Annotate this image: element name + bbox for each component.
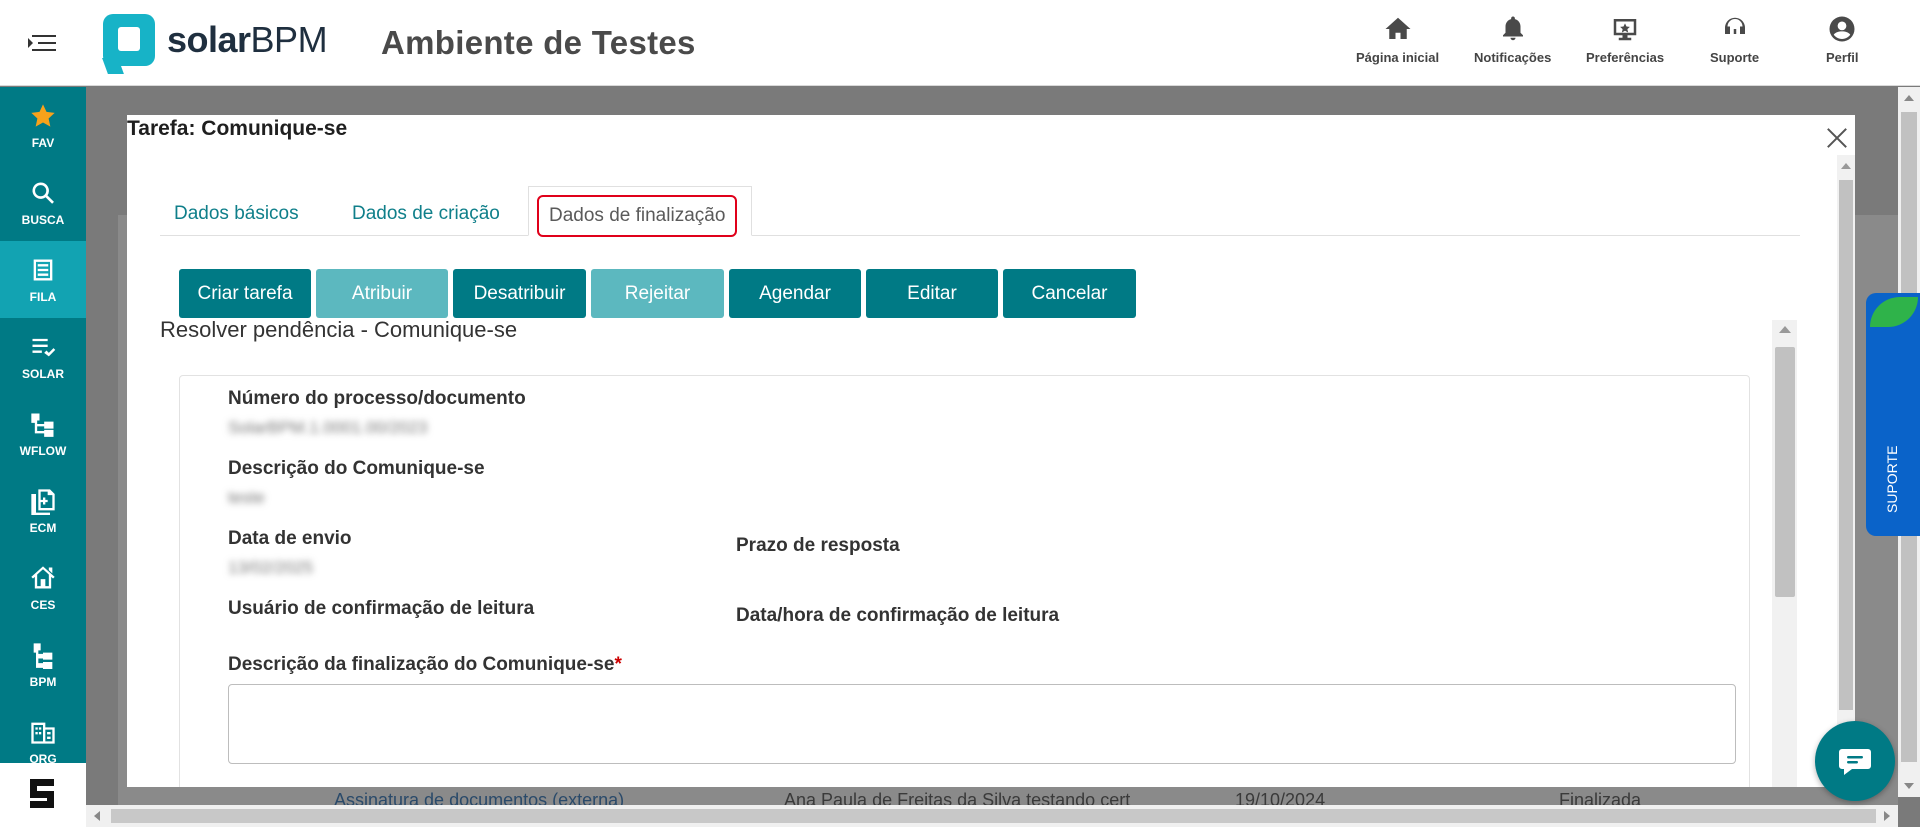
menu-toggle-icon[interactable] — [28, 32, 56, 54]
nav-profile-label: Perfil — [1826, 50, 1859, 65]
edit-button[interactable]: Editar — [866, 269, 998, 318]
solar-brand-logo[interactable] — [0, 763, 86, 827]
reject-button[interactable]: Rejeitar — [591, 269, 724, 318]
tab-dados-criacao[interactable]: Dados de criação — [352, 186, 500, 236]
sidebar-item-label: ORG — [29, 751, 57, 764]
checklist-icon — [32, 338, 56, 356]
scroll-down-icon[interactable] — [1904, 783, 1914, 789]
create-task-button[interactable]: Criar tarefa — [179, 269, 311, 318]
scroll-right-icon[interactable] — [1884, 811, 1890, 821]
leaf-icon — [1870, 297, 1918, 327]
nav-profile[interactable]: Perfil — [1826, 14, 1859, 65]
sidebar-item-ecm[interactable]: ECM — [0, 472, 86, 549]
building-icon — [31, 722, 55, 744]
process-icon — [33, 642, 53, 669]
sidebar-item-label: FILA — [29, 289, 57, 304]
task-modal: Tarefa: Comunique-se Dados básicos Dados… — [127, 115, 1855, 787]
support-side-tab[interactable]: SUPORTE — [1866, 293, 1920, 536]
sidebar-item-fav[interactable]: FAV — [0, 87, 86, 164]
modal-title: Tarefa: Comunique-se — [127, 117, 348, 140]
cancel-button[interactable]: Cancelar — [1003, 269, 1136, 318]
section-title: Resolver pendência - Comunique-se — [160, 317, 518, 342]
top-header: solarBPM Ambiente de Testes Página inici… — [0, 0, 1920, 86]
nav-support-label: Suporte — [1710, 50, 1760, 65]
scroll-up-icon[interactable] — [1841, 163, 1851, 169]
close-icon[interactable] — [1824, 125, 1850, 151]
modal-scrollbar[interactable] — [1837, 155, 1855, 780]
scroll-up-icon[interactable] — [1904, 95, 1914, 101]
nav-home[interactable]: Página inicial — [1356, 14, 1439, 65]
chat-bubble-icon — [1839, 749, 1871, 775]
tab-dados-finalizacao[interactable]: Dados de finalização — [528, 186, 752, 237]
queue-icon — [33, 259, 53, 280]
sidebar-item-bpm[interactable]: BPM — [0, 626, 86, 703]
sidebar-item-label: FAV — [31, 135, 55, 150]
sidebar-item-label: WFLOW — [19, 443, 67, 458]
chat-button[interactable] — [1815, 721, 1895, 801]
response-deadline-label: Prazo de resposta — [736, 535, 900, 556]
sidebar-item-label: SOLAR — [22, 366, 64, 381]
sidebar-item-fila[interactable]: FILA — [0, 241, 86, 318]
nav-preferences-label: Preferências — [1586, 50, 1665, 65]
description-value: teste — [228, 488, 265, 507]
inner-scroll-thumb[interactable] — [1775, 347, 1795, 597]
required-mark: * — [614, 654, 622, 675]
sidebar-item-label: BUSCA — [21, 212, 65, 227]
process-number-value: SolarBPM.1.0001.00/2023 — [228, 418, 428, 437]
unassign-button[interactable]: Desatribuir — [453, 269, 586, 318]
details-panel: Número do processo/documento SolarBPM.1.… — [179, 375, 1750, 787]
search-icon — [32, 181, 54, 204]
sidebar-item-label: ECM — [29, 520, 57, 535]
nav-notifications[interactable]: Notificações — [1474, 14, 1551, 65]
action-toolbar: Criar tarefa Atribuir Desatribuir Rejeit… — [179, 269, 1141, 318]
inner-scrollbar[interactable] — [1772, 320, 1797, 787]
process-number-label: Número do processo/documento — [228, 388, 526, 409]
sidebar: FAV BUSCA FILA SOLAR WFLOW ECM CES BPM O… — [0, 87, 86, 763]
read-confirmation-user-label: Usuário de confirmação de leitura — [228, 598, 535, 619]
star-icon — [31, 103, 55, 127]
document-icon — [31, 488, 55, 515]
nav-notifications-label: Notificações — [1474, 50, 1552, 65]
tab-dados-finalizacao-label: Dados de finalização — [537, 195, 738, 237]
solar-s-icon — [30, 779, 54, 808]
description-label: Descrição do Comunique-se — [228, 458, 485, 479]
app-logo[interactable]: solarBPM — [103, 14, 328, 66]
sidebar-item-org[interactable]: ORG — [0, 703, 86, 763]
send-date-value: 13/02/2025 — [228, 558, 314, 577]
assign-button[interactable]: Atribuir — [316, 269, 448, 318]
sidebar-item-wflow[interactable]: WFLOW — [0, 395, 86, 472]
read-confirmation-datetime-label: Data/hora de confirmação de leitura — [736, 605, 1060, 626]
scroll-up-icon[interactable] — [1779, 326, 1791, 333]
sidebar-item-solar[interactable]: SOLAR — [0, 318, 86, 395]
workflow-icon — [31, 413, 54, 437]
schedule-button[interactable]: Agendar — [729, 269, 861, 318]
preferences-icon — [1613, 19, 1637, 41]
page-hscroll-thumb[interactable] — [111, 809, 1876, 823]
nav-home-label: Página inicial — [1356, 50, 1440, 65]
send-date-label: Data de envio — [228, 528, 352, 549]
sidebar-item-busca[interactable]: BUSCA — [0, 164, 86, 241]
environment-title: Ambiente de Testes — [381, 24, 696, 61]
user-icon — [1829, 16, 1855, 42]
logo-mark-icon — [103, 14, 155, 66]
finalization-description-label: Descrição da finalização do Comunique-se… — [228, 654, 622, 675]
tab-dados-basicos[interactable]: Dados básicos — [174, 186, 299, 236]
home-icon — [1385, 17, 1411, 39]
finalization-description-textarea[interactable] — [228, 684, 1736, 764]
sidebar-item-label: BPM — [29, 674, 57, 689]
modal-scroll-thumb[interactable] — [1839, 180, 1853, 710]
page-horizontal-scrollbar[interactable] — [86, 805, 1898, 827]
nav-preferences[interactable]: Preferências — [1586, 14, 1664, 65]
sidebar-item-ces[interactable]: CES — [0, 549, 86, 626]
bell-icon — [1502, 16, 1523, 41]
nav-support[interactable]: Suporte — [1710, 14, 1759, 65]
sidebar-item-label: CES — [30, 597, 56, 612]
support-side-tab-label: SUPORTE — [1884, 445, 1900, 513]
support-icon — [1724, 17, 1745, 34]
logo-text: solarBPM — [167, 19, 328, 60]
scroll-left-icon[interactable] — [94, 811, 100, 821]
house-icon — [31, 565, 55, 588]
tab-bar: Dados básicos Dados de criação Dados de … — [160, 186, 1800, 237]
